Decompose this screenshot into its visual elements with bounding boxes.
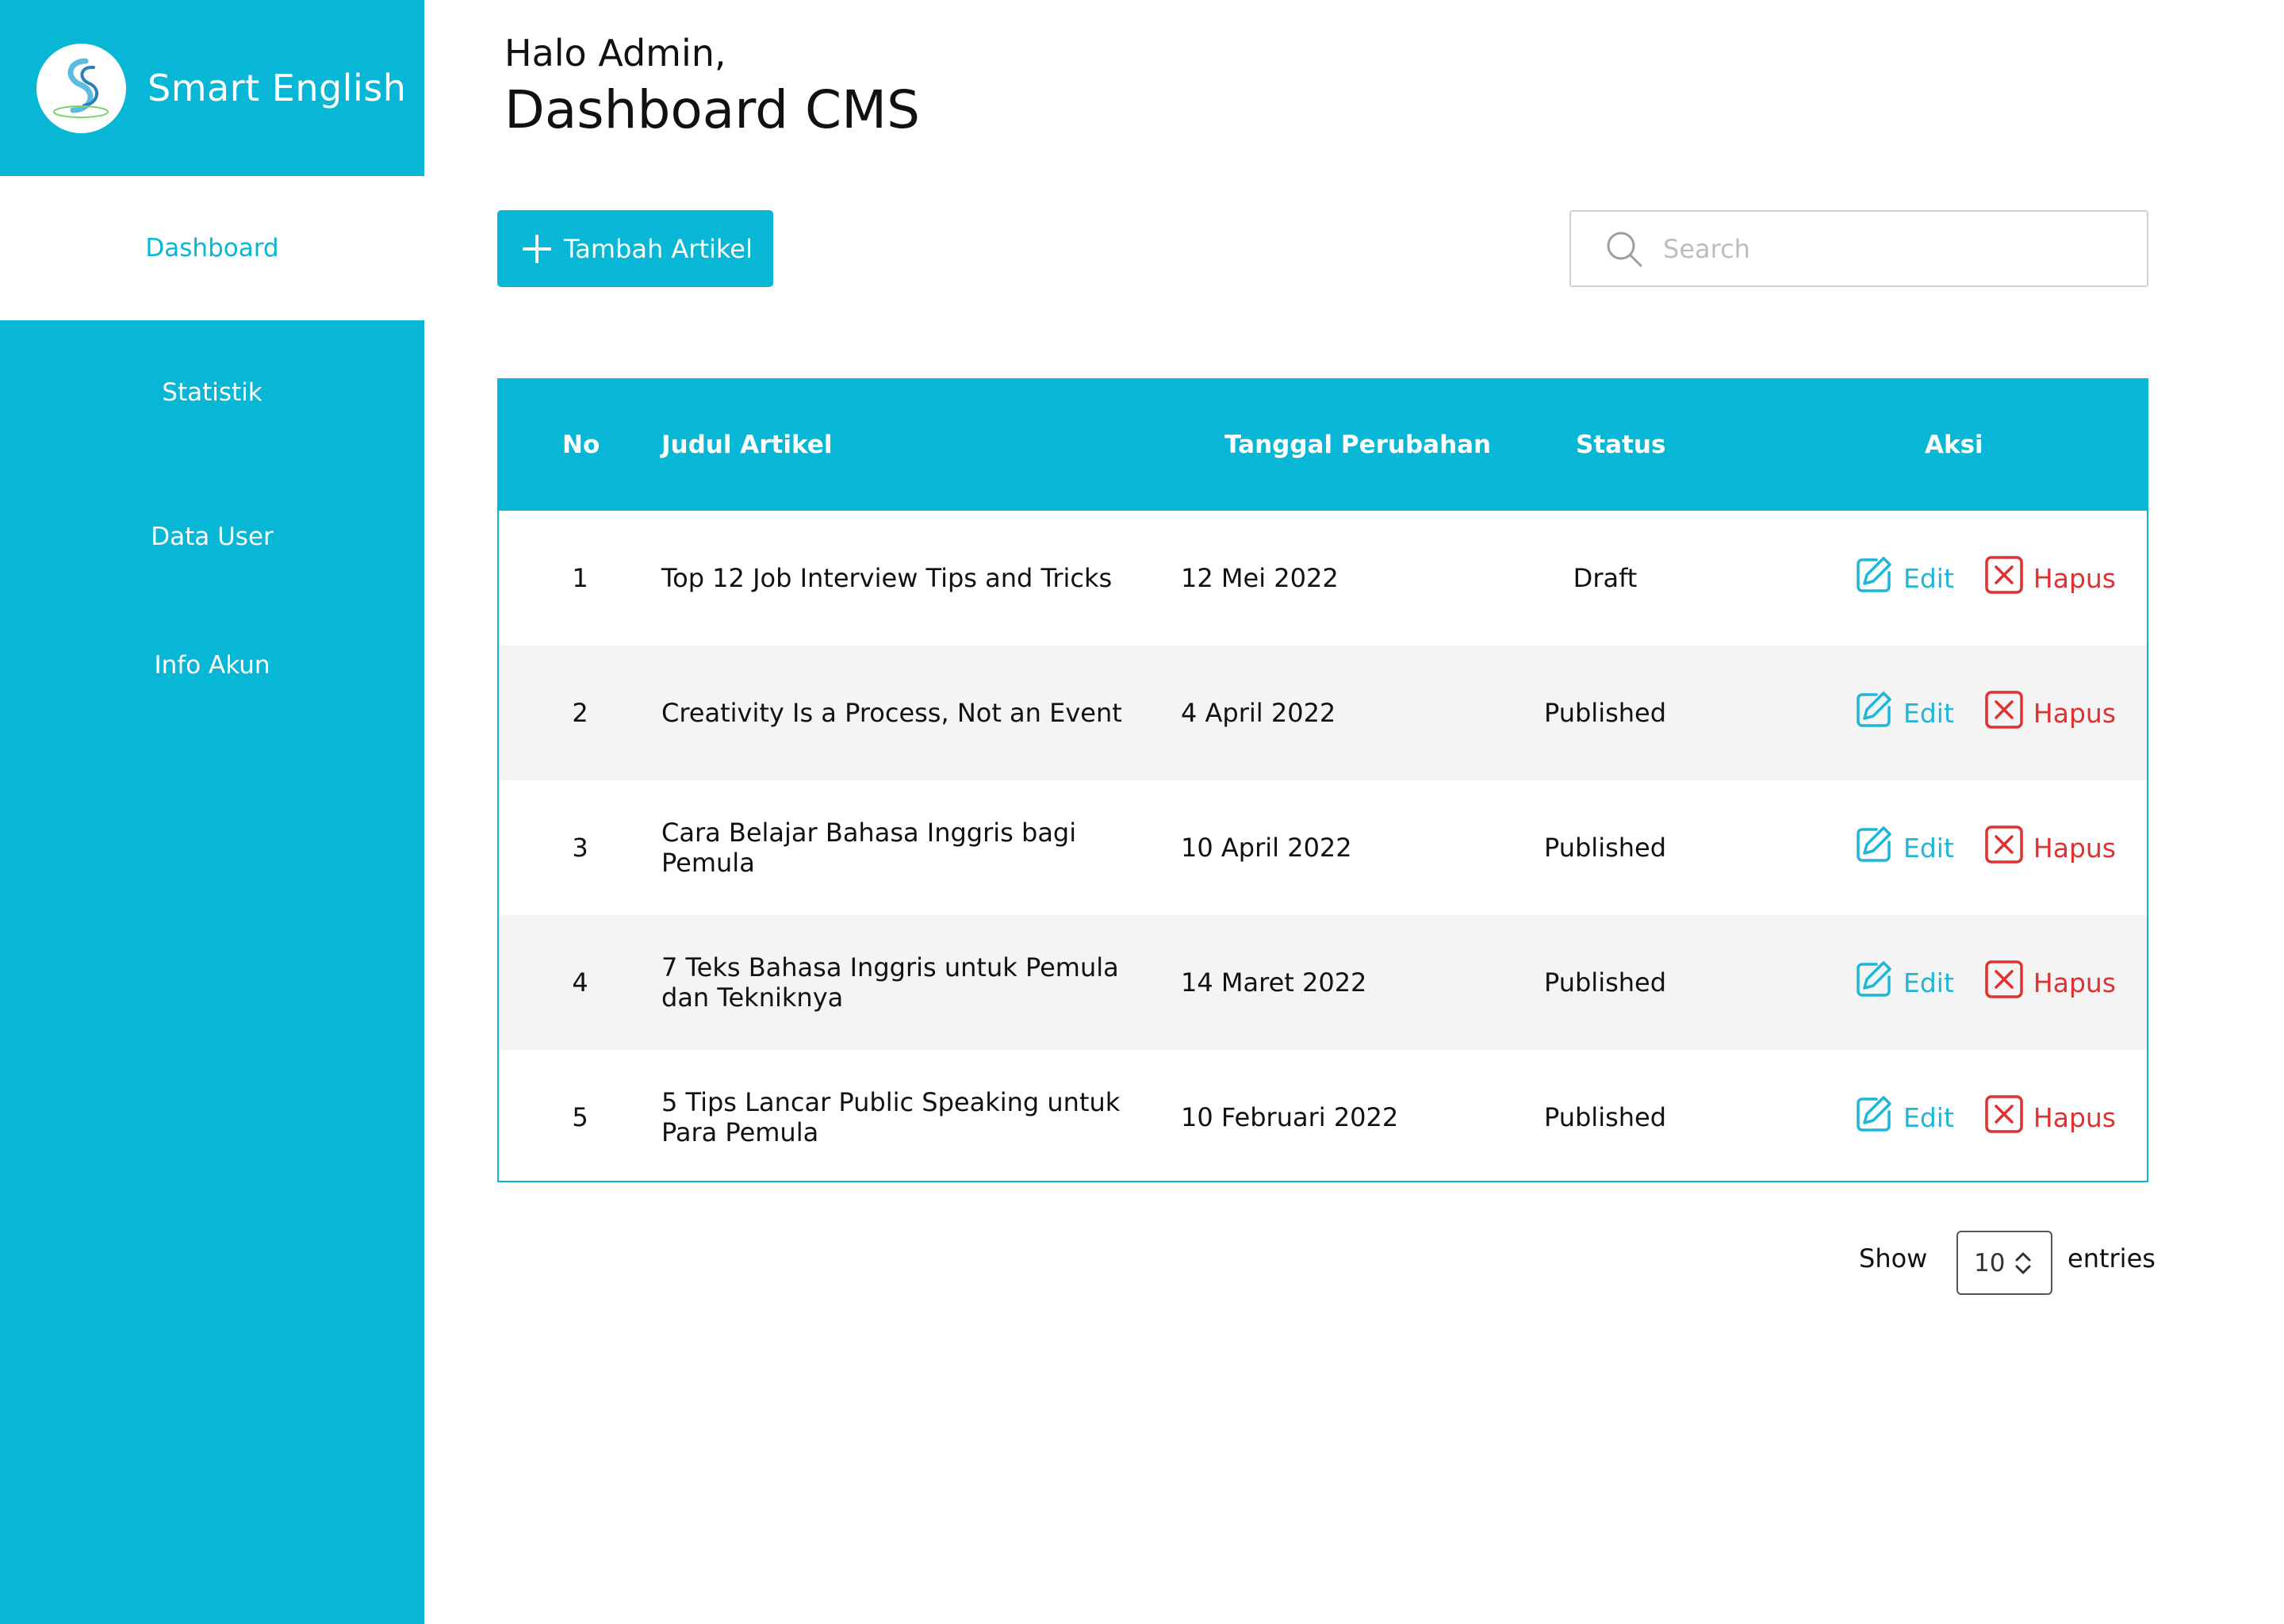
delete-icon bbox=[1984, 959, 2024, 1005]
delete-button[interactable]: Hapus bbox=[1984, 959, 2116, 1005]
search-icon bbox=[1607, 232, 1642, 266]
sidebar-item-info-akun[interactable]: Info Akun bbox=[0, 645, 424, 685]
row-date: 12 Mei 2022 bbox=[1181, 563, 1339, 593]
table-row: 1 Top 12 Job Interview Tips and Tricks 12 … bbox=[499, 511, 2147, 645]
entries-label: entries bbox=[2067, 1243, 2156, 1274]
edit-icon bbox=[1854, 690, 1894, 736]
row-title: 7 Teks Bahasa Inggris untuk Pemula dan T… bbox=[661, 952, 1119, 1013]
add-article-label: Tambah Artikel bbox=[564, 233, 753, 264]
row-title: 5 Tips Lancar Public Speaking untuk Para… bbox=[661, 1087, 1121, 1147]
column-header-no: No bbox=[562, 431, 600, 459]
delete-icon bbox=[1984, 690, 2024, 736]
entries-select[interactable]: 10 bbox=[1956, 1231, 2052, 1295]
delete-label: Hapus bbox=[2033, 1101, 2116, 1133]
entries-value: 10 bbox=[1974, 1248, 2006, 1277]
column-header-date: Tanggal Perubahan bbox=[1224, 431, 1492, 459]
delete-icon bbox=[1984, 1094, 2024, 1140]
row-actions: Edit Hapus bbox=[1831, 645, 2133, 780]
row-number: 1 bbox=[572, 563, 588, 593]
delete-button[interactable]: Hapus bbox=[1984, 825, 2116, 871]
delete-icon bbox=[1984, 825, 2024, 871]
delete-button[interactable]: Hapus bbox=[1984, 1094, 2116, 1140]
greeting: Halo Admin, bbox=[504, 32, 726, 75]
delete-button[interactable]: Hapus bbox=[1984, 690, 2116, 736]
row-status: Published bbox=[1543, 833, 1667, 863]
table-row: 2 Creativity Is a Process, Not an Event 4 … bbox=[499, 645, 2147, 780]
smart-english-logo-icon bbox=[36, 43, 126, 133]
row-number: 5 bbox=[572, 1102, 588, 1132]
edit-button[interactable]: Edit bbox=[1854, 555, 1954, 601]
column-header-actions: Aksi bbox=[1925, 431, 1983, 459]
delete-label: Hapus bbox=[2033, 832, 2116, 864]
row-date: 4 April 2022 bbox=[1181, 698, 1336, 728]
articles-table: No Judul Artikel Tanggal Perubahan Statu… bbox=[497, 378, 2148, 1182]
show-label: Show bbox=[1859, 1243, 1928, 1274]
sidebar-item-dashboard[interactable]: Dashboard bbox=[0, 176, 424, 320]
row-number: 2 bbox=[572, 698, 588, 728]
column-header-title: Judul Artikel bbox=[661, 431, 833, 459]
search-input[interactable] bbox=[1661, 232, 2109, 265]
table-row: 3 Cara Belajar Bahasa Inggris bagi Pemula… bbox=[499, 780, 2147, 915]
row-number: 4 bbox=[572, 967, 588, 998]
edit-label: Edit bbox=[1903, 832, 1954, 864]
sidebar: Smart English Dashboard Statistik Data U… bbox=[0, 0, 424, 1624]
row-actions: Edit Hapus bbox=[1831, 915, 2133, 1050]
delete-label: Hapus bbox=[2033, 562, 2116, 594]
row-status: Draft bbox=[1573, 563, 1638, 593]
chevron-up-down-icon bbox=[2015, 1252, 2031, 1274]
row-title: Cara Belajar Bahasa Inggris bagi Pemula bbox=[661, 818, 1077, 878]
row-date: 10 Februari 2022 bbox=[1181, 1102, 1399, 1132]
add-article-button[interactable]: Tambah Artikel bbox=[497, 210, 773, 287]
edit-button[interactable]: Edit bbox=[1854, 959, 1954, 1005]
edit-label: Edit bbox=[1903, 697, 1954, 729]
edit-button[interactable]: Edit bbox=[1854, 690, 1954, 736]
row-title: Top 12 Job Interview Tips and Tricks bbox=[661, 563, 1113, 593]
sidebar-item-data-user[interactable]: Data User bbox=[0, 517, 424, 557]
edit-icon bbox=[1854, 825, 1894, 871]
delete-button[interactable]: Hapus bbox=[1984, 555, 2116, 601]
row-status: Published bbox=[1543, 1102, 1667, 1132]
edit-button[interactable]: Edit bbox=[1854, 825, 1954, 871]
row-actions: Edit Hapus bbox=[1831, 1050, 2133, 1185]
edit-icon bbox=[1854, 959, 1894, 1005]
edit-label: Edit bbox=[1903, 967, 1954, 998]
row-actions: Edit Hapus bbox=[1831, 511, 2133, 645]
sidebar-item-statistik[interactable]: Statistik bbox=[0, 373, 424, 412]
edit-icon bbox=[1854, 555, 1894, 601]
table-row: 4 7 Teks Bahasa Inggris untuk Pemula dan … bbox=[499, 915, 2147, 1050]
row-status: Published bbox=[1543, 967, 1667, 998]
page-title: Dashboard CMS bbox=[504, 79, 920, 140]
brand: Smart English bbox=[0, 0, 424, 176]
table-header: No Judul Artikel Tanggal Perubahan Statu… bbox=[499, 380, 2147, 511]
plus-icon bbox=[523, 234, 551, 263]
edit-label: Edit bbox=[1903, 562, 1954, 594]
column-header-status: Status bbox=[1576, 431, 1666, 459]
edit-button[interactable]: Edit bbox=[1854, 1094, 1954, 1140]
row-status: Published bbox=[1543, 698, 1667, 728]
row-number: 3 bbox=[572, 833, 588, 863]
row-title: Creativity Is a Process, Not an Event bbox=[661, 698, 1122, 728]
row-date: 10 April 2022 bbox=[1181, 833, 1352, 863]
table-row: 5 5 Tips Lancar Public Speaking untuk Par… bbox=[499, 1050, 2147, 1185]
delete-label: Hapus bbox=[2033, 697, 2116, 729]
delete-label: Hapus bbox=[2033, 967, 2116, 998]
edit-icon bbox=[1854, 1094, 1894, 1140]
row-date: 14 Maret 2022 bbox=[1181, 967, 1367, 998]
row-actions: Edit Hapus bbox=[1831, 780, 2133, 915]
search-box[interactable] bbox=[1569, 210, 2148, 287]
brand-name: Smart English bbox=[148, 67, 407, 109]
delete-icon bbox=[1984, 555, 2024, 601]
edit-label: Edit bbox=[1903, 1101, 1954, 1133]
